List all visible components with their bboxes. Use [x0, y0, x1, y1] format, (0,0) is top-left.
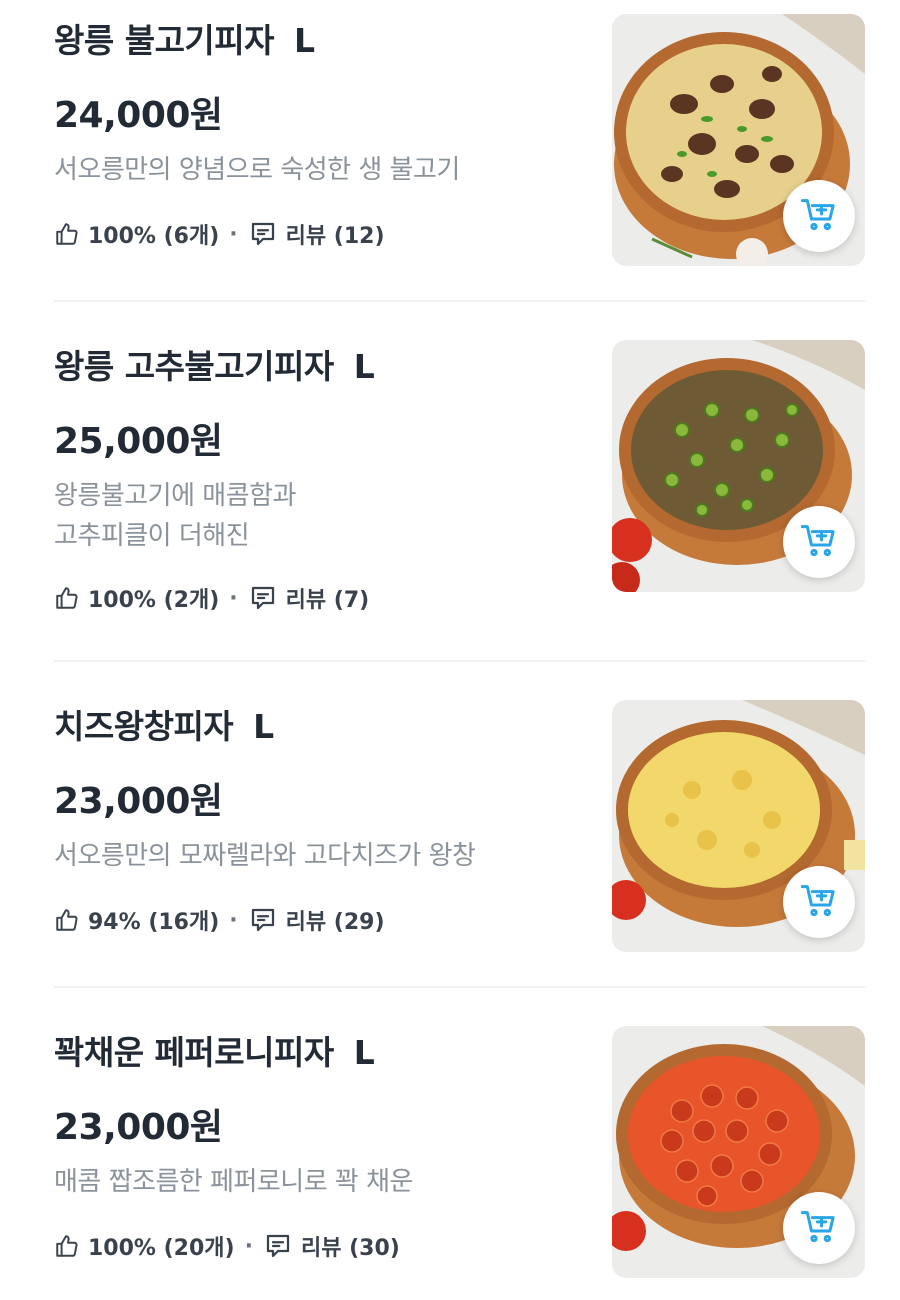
like-stat: 100% (2개) [88, 588, 220, 613]
item-description: 매콤 짭조름한 페퍼로니로 꽉 채운 [54, 1162, 574, 1202]
item-photo[interactable] [612, 1026, 865, 1278]
item-name-text: 왕릉 불고기피자 [54, 21, 275, 60]
item-size: L [294, 21, 315, 60]
thumbs-up-icon [54, 221, 80, 247]
separator: · [229, 585, 238, 611]
menu-item[interactable]: 꽉채운 페퍼로니피자 L 23,000원 매콤 짭조름한 페퍼로니로 꽉 채운 1… [0, 1012, 900, 1300]
item-price: 23,000원 [54, 781, 223, 822]
item-description-line: 왕릉불고기에 매콤함과 [54, 481, 296, 511]
item-meta: 100% (2개) · 리뷰 (7) [54, 582, 369, 614]
item-description-line: 서오릉만의 모짜렐라와 고다치즈가 왕창 [54, 841, 476, 871]
item-description-line: 매콤 짭조름한 페퍼로니로 꽉 채운 [54, 1167, 413, 1197]
cart-add-icon [799, 520, 839, 564]
speech-bubble-icon [248, 583, 278, 613]
add-to-cart-button[interactable] [783, 866, 855, 938]
item-price: 24,000원 [54, 95, 223, 136]
cart-add-icon [799, 194, 839, 238]
add-to-cart-button[interactable] [783, 1192, 855, 1264]
thumbs-up-icon [54, 1233, 80, 1259]
item-price: 25,000원 [54, 421, 223, 462]
item-name-text: 꽉채운 페퍼로니피자 [54, 1033, 334, 1072]
add-to-cart-button[interactable] [783, 506, 855, 578]
thumbs-up-icon [54, 907, 80, 933]
separator: · [244, 1233, 253, 1259]
speech-bubble-icon [248, 219, 278, 249]
item-description: 서오릉만의 양념으로 숙성한 생 불고기 [54, 150, 574, 190]
item-photo[interactable] [612, 700, 865, 952]
add-to-cart-button[interactable] [783, 180, 855, 252]
item-name-text: 왕릉 고추불고기피자 [54, 347, 334, 386]
item-size: L [253, 707, 274, 746]
item-meta: 94% (16개) · 리뷰 (29) [54, 904, 385, 936]
item-description: 서오릉만의 모짜렐라와 고다치즈가 왕창 [54, 836, 574, 876]
separator: · [229, 907, 238, 933]
divider [54, 300, 865, 302]
thumbs-up-icon [54, 585, 80, 611]
separator: · [229, 221, 238, 247]
cart-add-icon [799, 1206, 839, 1250]
item-price: 23,000원 [54, 1107, 223, 1148]
menu-item[interactable]: 왕릉 불고기피자 L 24,000원 서오릉만의 양념으로 숙성한 생 불고기 1… [0, 0, 900, 300]
menu-list: 왕릉 불고기피자 L 24,000원 서오릉만의 양념으로 숙성한 생 불고기 1… [0, 0, 900, 1300]
speech-bubble-icon [263, 1231, 293, 1261]
item-description: 왕릉불고기에 매콤함과 고추피클이 더해진 [54, 476, 574, 556]
item-name: 치즈왕창피자 L [54, 700, 274, 748]
item-name: 왕릉 불고기피자 L [54, 14, 315, 62]
item-photo[interactable] [612, 340, 865, 592]
item-name: 왕릉 고추불고기피자 L [54, 340, 375, 388]
speech-bubble-icon [248, 905, 278, 935]
item-name: 꽉채운 페퍼로니피자 L [54, 1026, 375, 1074]
like-stat: 100% (20개) [88, 1236, 235, 1261]
item-description-line: 서오릉만의 양념으로 숙성한 생 불고기 [54, 155, 460, 185]
divider [54, 660, 865, 662]
item-name-text: 치즈왕창피자 [54, 707, 234, 746]
review-link[interactable]: 리뷰 (12) [286, 218, 385, 250]
menu-item[interactable]: 왕릉 고추불고기피자 L 25,000원 왕릉불고기에 매콤함과 고추피클이 더해… [0, 326, 900, 660]
review-link[interactable]: 리뷰 (7) [286, 582, 370, 614]
item-description-line: 고추피클이 더해진 [54, 521, 250, 551]
item-size: L [353, 347, 375, 386]
item-meta: 100% (20개) · 리뷰 (30) [54, 1230, 400, 1262]
menu-item[interactable]: 치즈왕창피자 L 23,000원 서오릉만의 모짜렐라와 고다치즈가 왕창 94%… [0, 686, 900, 986]
item-photo[interactable] [612, 14, 865, 266]
like-stat: 94% (16개) [88, 910, 220, 935]
review-link[interactable]: 리뷰 (30) [301, 1230, 400, 1262]
item-size: L [353, 1033, 375, 1072]
item-meta: 100% (6개) · 리뷰 (12) [54, 218, 385, 250]
cart-add-icon [799, 880, 839, 924]
divider [54, 986, 865, 988]
like-stat: 100% (6개) [88, 224, 220, 249]
review-link[interactable]: 리뷰 (29) [286, 904, 385, 936]
